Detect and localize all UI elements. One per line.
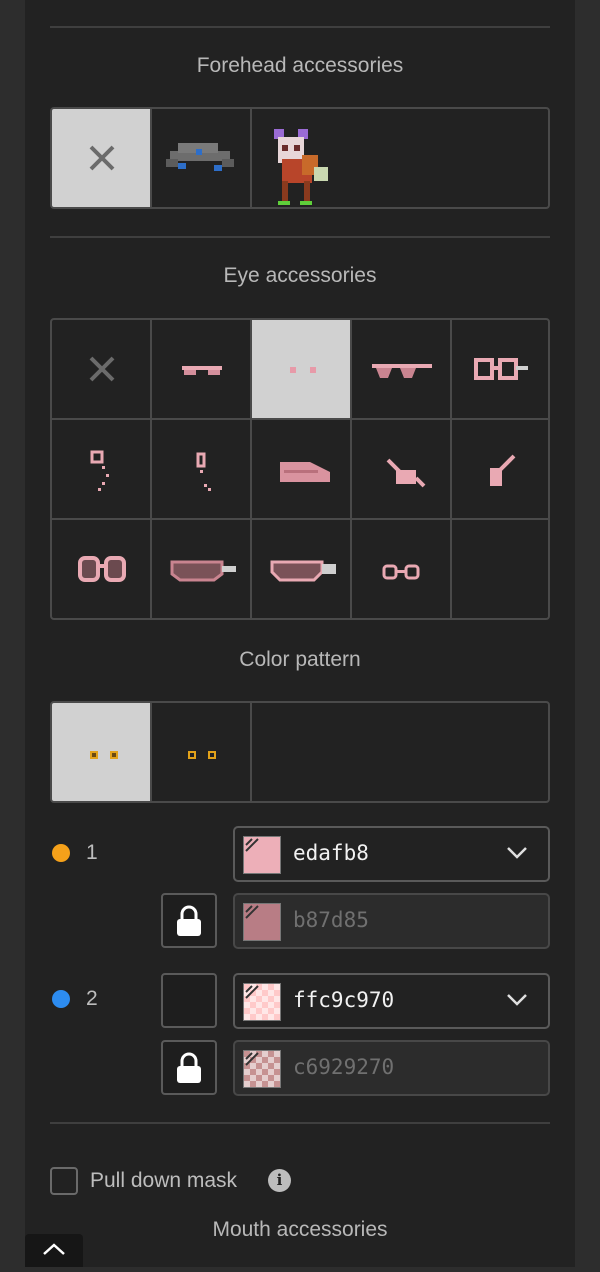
color-2-field[interactable]: ffc9c970 [233, 973, 550, 1029]
empty-slot [452, 520, 548, 618]
pattern-b-icon [188, 751, 216, 759]
chevron-up-icon [43, 1243, 65, 1255]
color-1-label: 1 [86, 841, 98, 864]
eye-option-7[interactable] [152, 420, 250, 518]
divider [50, 26, 550, 28]
mouth-section-title: Mouth accessories [212, 1218, 388, 1241]
eye-small-round-glasses-icon [382, 564, 420, 580]
forehead-section-title: Forehead accessories [196, 54, 404, 77]
color-2-outline-swatch [243, 1050, 281, 1088]
eye-option-14[interactable] [352, 520, 450, 618]
eye-section-title: Eye accessories [223, 264, 377, 287]
eye-visor-icon [280, 462, 330, 482]
color-2-swatch[interactable] [243, 983, 281, 1021]
eye-option-3[interactable] [252, 320, 350, 418]
eye-side-patch-icon [490, 454, 516, 486]
color-2-indicator [52, 990, 70, 1008]
pony-preview-icon [274, 129, 328, 205]
eye-shades-thin-icon [182, 366, 222, 375]
eye-patch-icon [386, 458, 426, 488]
scroll-to-top-button[interactable] [25, 1234, 83, 1267]
color-2-value[interactable]: ffc9c970 [293, 988, 394, 1012]
eye-option-12[interactable] [152, 520, 250, 618]
eye-goggles-strap-icon [270, 560, 336, 582]
color-1-outline-swatch [243, 903, 281, 941]
eye-dots-icon [290, 367, 316, 373]
color-pattern-grid [50, 701, 550, 803]
color-1-value[interactable]: edafb8 [293, 841, 369, 865]
eye-option-5[interactable] [452, 320, 548, 418]
lock-icon [177, 905, 201, 936]
lock-icon [177, 1052, 201, 1083]
color-1-field[interactable]: edafb8 [233, 826, 550, 882]
none-icon [89, 145, 115, 171]
forehead-gray-cap-icon [166, 143, 234, 171]
eye-goggles-icon [170, 560, 236, 582]
forehead-none-option[interactable] [52, 109, 151, 207]
color-2-label: 2 [86, 987, 98, 1010]
eye-option-2[interactable] [152, 320, 250, 418]
lock-outline-2-button[interactable] [161, 1040, 217, 1095]
eye-option-10[interactable] [452, 420, 548, 518]
color-1-outline-field: b87d85 [233, 893, 550, 949]
color-2-outline-value: c6929270 [293, 1055, 395, 1079]
eye-option-8[interactable] [252, 420, 350, 518]
eye-square-glasses-icon [474, 358, 528, 380]
pull-down-mask-label[interactable]: Pull down mask [90, 1169, 237, 1193]
eye-option-13[interactable] [252, 520, 350, 618]
pony-preview-option[interactable] [252, 109, 351, 207]
pattern-section-title: Color pattern [239, 648, 361, 671]
eye-none-option[interactable] [52, 320, 150, 418]
color-1-indicator [52, 844, 70, 862]
eye-glasses-icon [372, 364, 432, 378]
forehead-accessory-grid [50, 107, 550, 209]
eye-option-11[interactable] [52, 520, 150, 618]
chevron-down-icon[interactable] [506, 846, 528, 860]
divider [50, 236, 550, 238]
lock-color-2-button[interactable] [161, 973, 217, 1028]
pull-down-mask-checkbox[interactable] [50, 1167, 78, 1195]
eye-option-6[interactable] [52, 420, 150, 518]
eye-option-9[interactable] [352, 420, 450, 518]
eye-small-monocle-icon [196, 452, 211, 491]
color-1-outline-value: b87d85 [293, 908, 369, 932]
lock-outline-1-button[interactable] [161, 893, 217, 948]
eye-round-glasses-icon [78, 556, 126, 582]
color-2-outline-field: c6929270 [233, 1040, 550, 1096]
divider [50, 1122, 550, 1124]
forehead-cap-option[interactable] [152, 109, 251, 207]
none-icon [89, 356, 115, 382]
pattern-option-1[interactable] [52, 703, 151, 801]
pattern-option-2[interactable] [152, 703, 251, 801]
eye-option-4[interactable] [352, 320, 450, 418]
info-icon[interactable]: i [268, 1169, 291, 1192]
eye-accessory-grid [50, 318, 550, 620]
eye-monocle-icon [90, 450, 109, 491]
color-1-swatch[interactable] [243, 836, 281, 874]
chevron-down-icon[interactable] [506, 993, 528, 1007]
pattern-a-icon [90, 751, 118, 759]
